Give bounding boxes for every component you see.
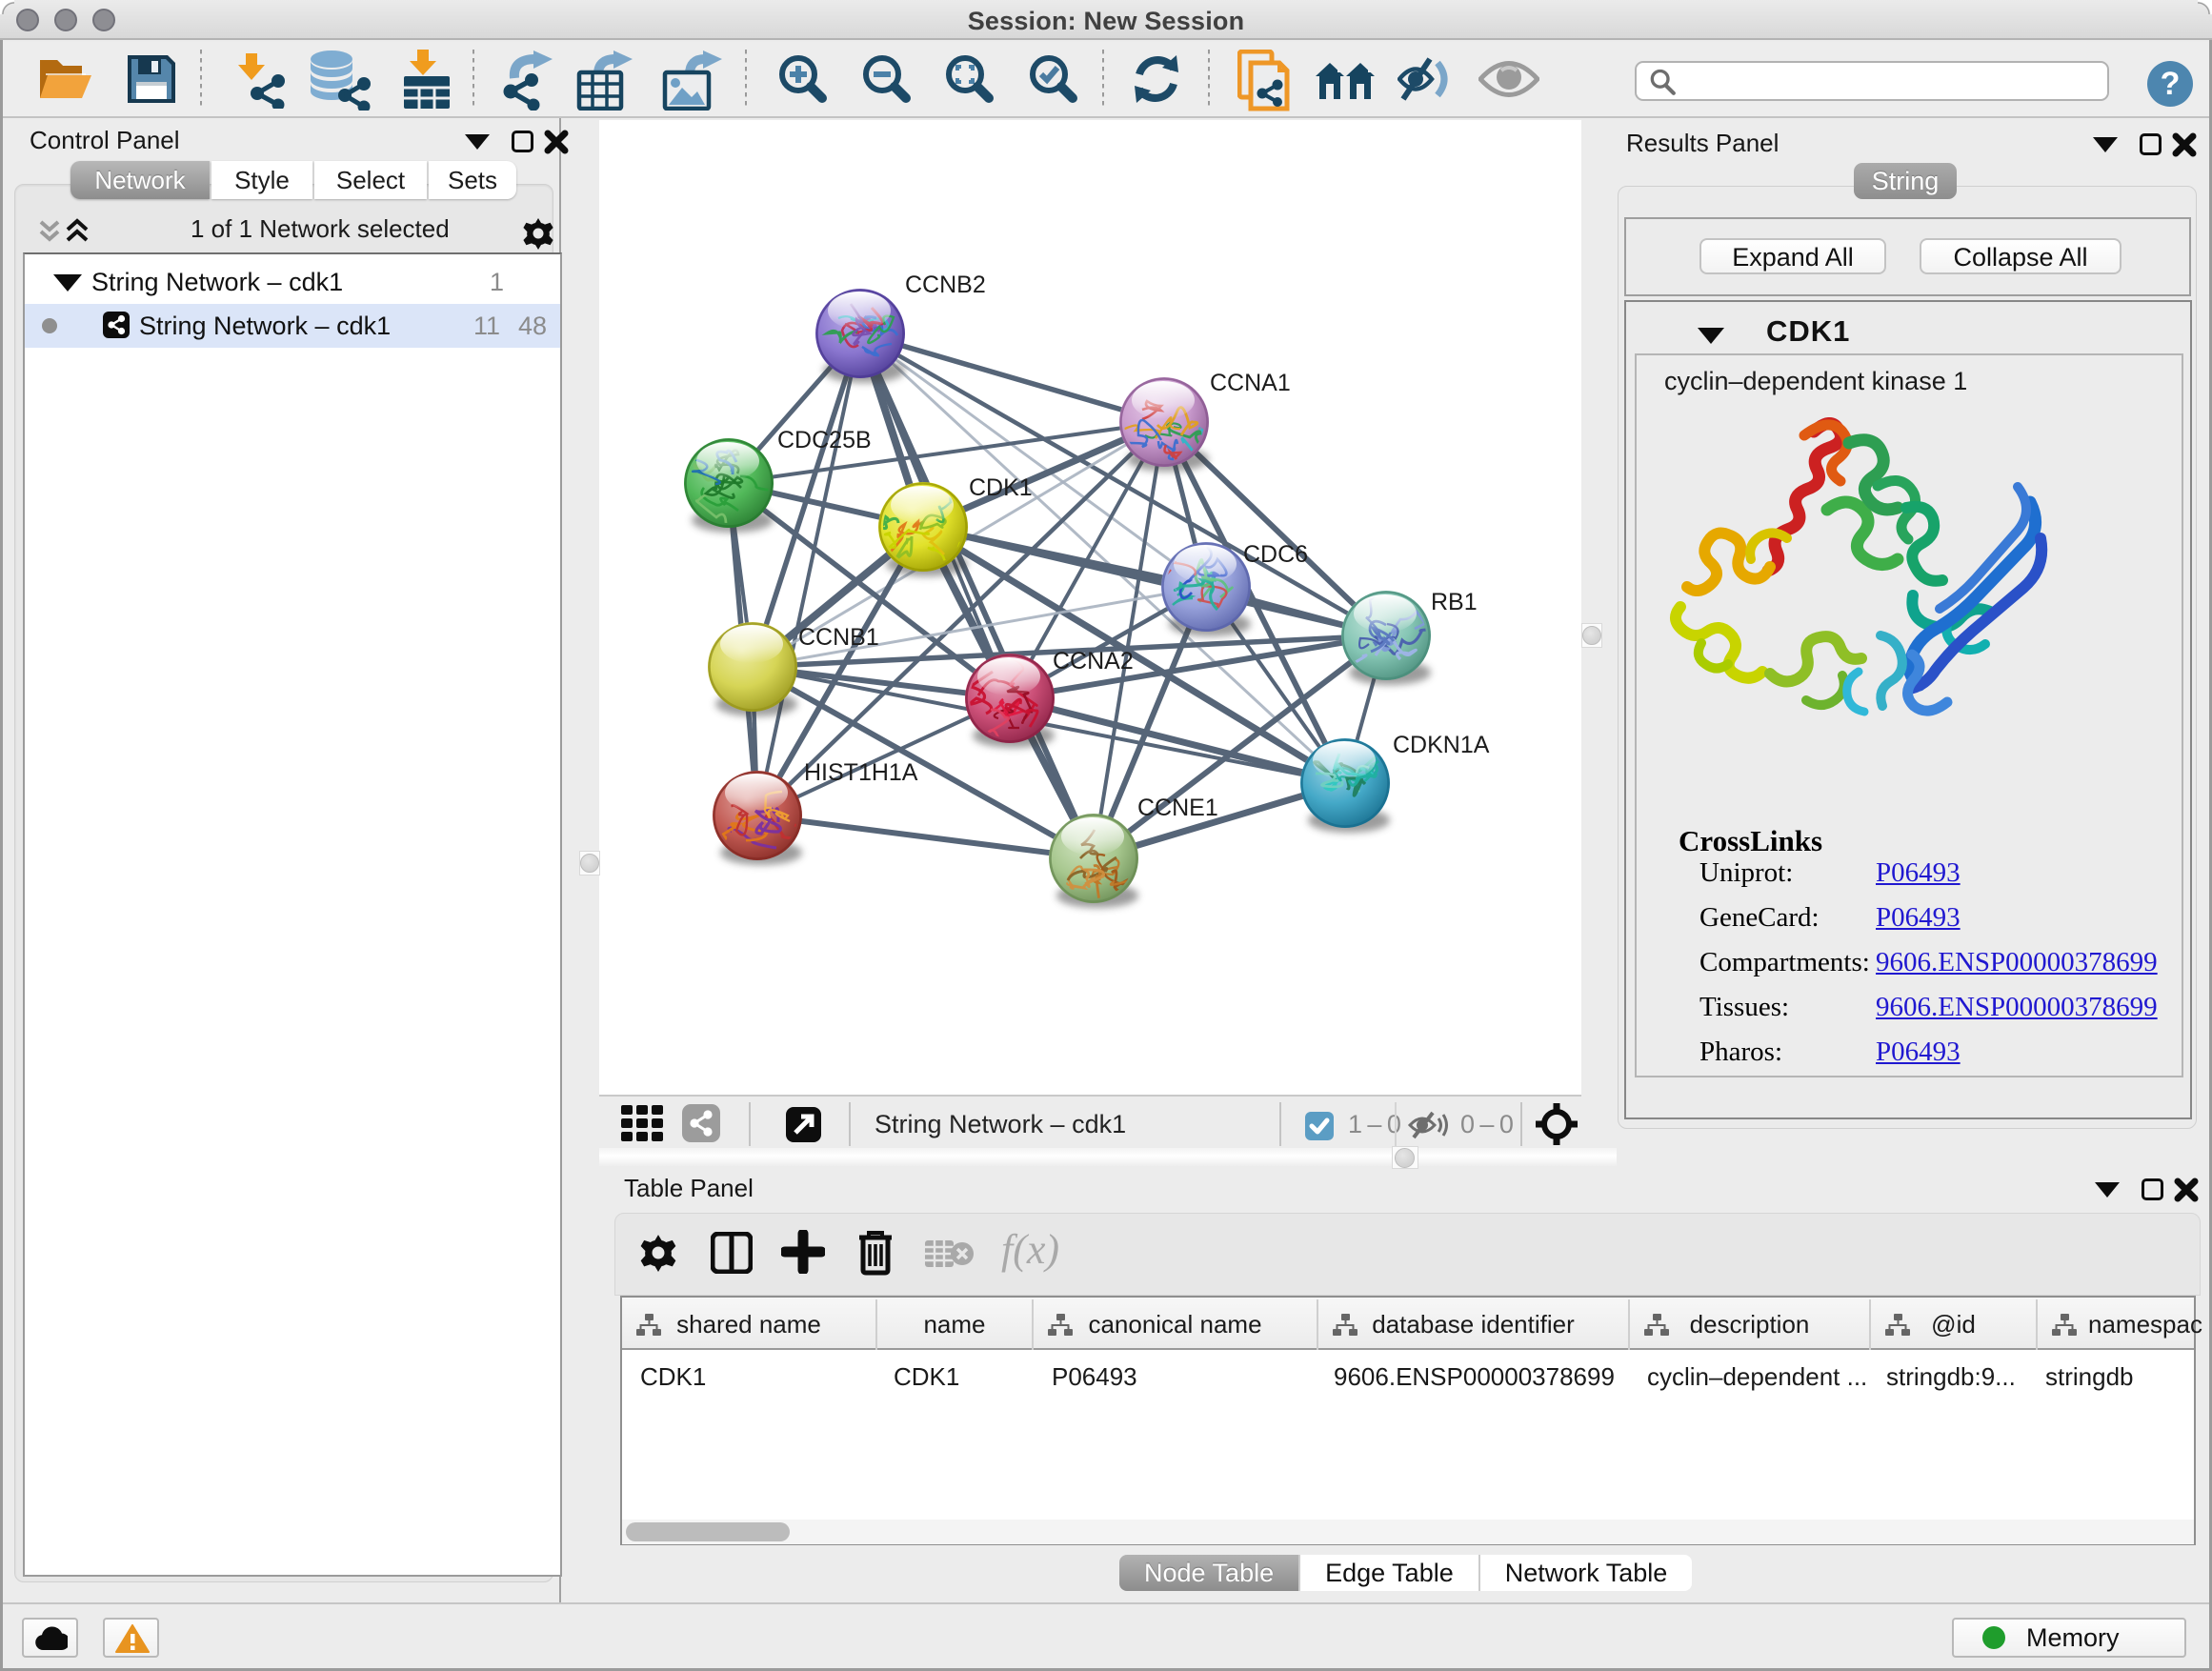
svg-text:CCNB1: CCNB1 [798,624,879,651]
svg-text:CDK1: CDK1 [969,474,1033,501]
svg-text:CDKN1A: CDKN1A [1393,732,1490,758]
svg-text:CCNA2: CCNA2 [1053,648,1134,674]
svg-text:RB1: RB1 [1431,589,1478,615]
svg-text:CCNE1: CCNE1 [1137,795,1218,821]
svg-text:CCNA1: CCNA1 [1210,370,1291,396]
svg-text:HIST1H1A: HIST1H1A [804,759,918,786]
svg-text:CDC6: CDC6 [1243,541,1308,568]
svg-text:CDC25B: CDC25B [777,427,872,453]
svg-text:CCNB2: CCNB2 [905,272,986,298]
svg-text:?: ? [2161,66,2181,102]
